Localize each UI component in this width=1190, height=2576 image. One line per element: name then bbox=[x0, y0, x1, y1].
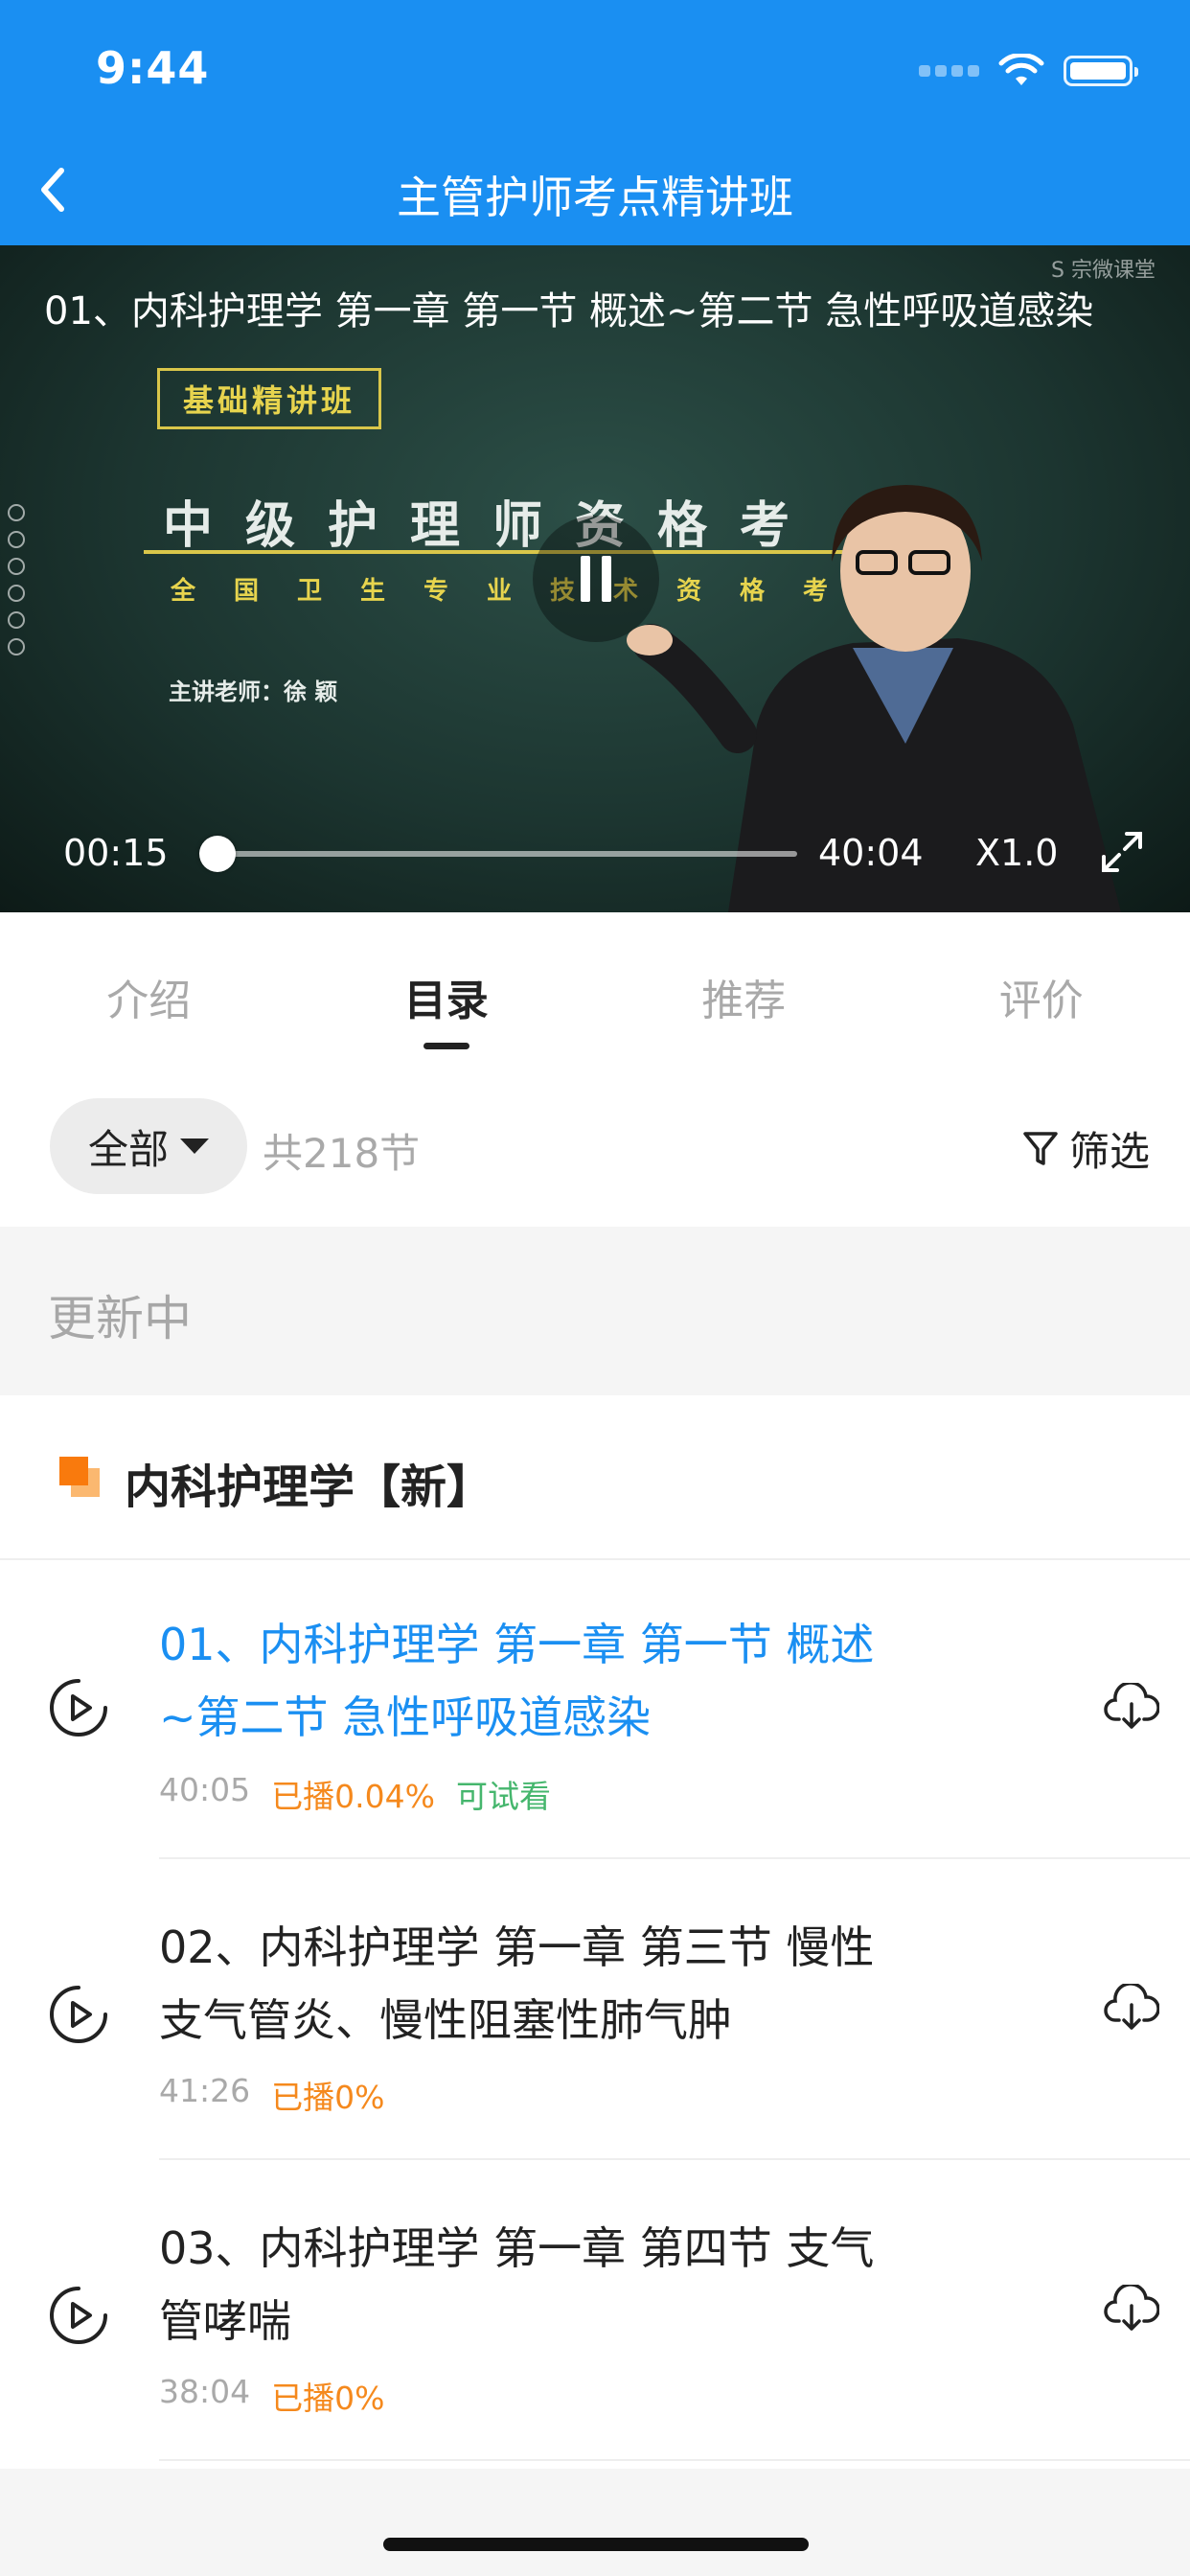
lesson-meta: 40:05 已播0.04% 可试看 bbox=[159, 1771, 551, 1817]
tab-recommend-label: 推荐 bbox=[701, 977, 787, 1025]
current-time: 00:15 bbox=[63, 832, 169, 874]
top-bar: 9:44 主管护师考点精讲班 bbox=[0, 0, 1190, 245]
status-icons bbox=[919, 54, 1138, 88]
lesson-title-line2: 管哮喘 bbox=[159, 2295, 291, 2347]
lesson-item[interactable]: 03、内科护理学 第一章 第四节 支气 管哮喘 38:04 已播0% bbox=[0, 2160, 1190, 2461]
side-toolbar bbox=[8, 504, 25, 656]
total-time: 40:04 bbox=[818, 832, 924, 874]
filter-button[interactable]: 筛选 bbox=[1021, 1119, 1150, 1178]
caret-down-icon bbox=[180, 1138, 209, 1154]
bottom-area bbox=[0, 2469, 1190, 2576]
status-time: 9:44 bbox=[96, 42, 210, 94]
lesson-title-line2: ~第二节 急性呼吸道感染 bbox=[159, 1691, 652, 1743]
tab-catalog[interactable]: 目录 bbox=[298, 912, 596, 1052]
lesson-title-line1: 02、内科护理学 第一章 第三节 慢性 bbox=[159, 1921, 875, 1973]
section-squares-icon bbox=[59, 1457, 102, 1499]
lesson-item[interactable]: 01、内科护理学 第一章 第一节 概述 ~第二节 急性呼吸道感染 40:05 已… bbox=[0, 1558, 1190, 1859]
section-title: 内科护理学【新】 bbox=[125, 1460, 493, 1514]
cloud-download-icon[interactable] bbox=[1104, 1683, 1159, 1731]
video-title: 01、内科护理学 第一章 第一节 概述~第二节 急性呼吸道感染 bbox=[44, 289, 1094, 334]
board-teacher: 主讲老师：徐 颖 bbox=[169, 678, 338, 705]
lesson-title: 02、内科护理学 第一章 第三节 慢性 支气管炎、慢性阻塞性肺气肿 bbox=[159, 1911, 983, 2057]
wifi-icon bbox=[998, 54, 1044, 85]
lesson-meta: 41:26 已播0% bbox=[159, 2072, 384, 2118]
lesson-title-line1: 01、内科护理学 第一章 第一节 概述 bbox=[159, 1619, 875, 1670]
divider bbox=[159, 2459, 1190, 2461]
tab-recommend[interactable]: 推荐 bbox=[595, 912, 893, 1052]
fullscreen-icon[interactable] bbox=[1098, 828, 1146, 876]
lesson-item[interactable]: 02、内科护理学 第一章 第三节 慢性 支气管炎、慢性阻塞性肺气肿 41:26 … bbox=[0, 1859, 1190, 2160]
lesson-trial-badge: 可试看 bbox=[455, 1778, 551, 1815]
lesson-meta: 38:04 已播0% bbox=[159, 2373, 384, 2419]
lesson-title-line1: 03、内科护理学 第一章 第四节 支气 bbox=[159, 2222, 875, 2274]
lesson-played: 已播0% bbox=[271, 2079, 385, 2116]
play-circle-icon bbox=[50, 1986, 107, 2043]
lesson-duration: 40:05 bbox=[159, 1771, 251, 1808]
watermark: S 宗微课堂 bbox=[1051, 259, 1156, 283]
lesson-count: 共218节 bbox=[263, 1130, 421, 1177]
cloud-download-icon[interactable] bbox=[1104, 1984, 1159, 2032]
tab-catalog-label: 目录 bbox=[403, 977, 489, 1025]
play-circle-icon bbox=[50, 2287, 107, 2344]
board-tag: 基础精讲班 bbox=[157, 368, 382, 429]
filter-row: 全部 共218节 筛选 bbox=[0, 1052, 1190, 1227]
play-circle-icon bbox=[50, 1679, 107, 1736]
updating-label: 更新中 bbox=[48, 1291, 192, 1346]
lesson-duration: 41:26 bbox=[159, 2072, 251, 2109]
progress-bar[interactable] bbox=[218, 851, 797, 857]
tab-bar: 介绍 目录 推荐 评价 bbox=[0, 912, 1190, 1052]
funnel-icon bbox=[1023, 1131, 1058, 1165]
lesson-played: 已播0.04% bbox=[271, 1778, 435, 1815]
pause-icon bbox=[581, 556, 590, 602]
tab-intro[interactable]: 介绍 bbox=[0, 912, 298, 1052]
progress-thumb[interactable] bbox=[199, 836, 236, 872]
lesson-title-line2: 支气管炎、慢性阻塞性肺气肿 bbox=[159, 1994, 732, 2046]
lesson-played: 已播0% bbox=[271, 2380, 385, 2417]
lesson-title: 01、内科护理学 第一章 第一节 概述 ~第二节 急性呼吸道感染 bbox=[159, 1608, 983, 1754]
pause-button[interactable] bbox=[533, 516, 659, 642]
cellular-signal-icon bbox=[919, 65, 979, 77]
tab-reviews[interactable]: 评价 bbox=[893, 912, 1190, 1052]
playback-speed-button[interactable]: X1.0 bbox=[975, 832, 1058, 874]
section-header: 内科护理学【新】 bbox=[0, 1395, 1190, 1560]
lesson-duration: 38:04 bbox=[159, 2373, 251, 2410]
page-title: 主管护师考点精讲班 bbox=[397, 172, 793, 223]
filter-label: 筛选 bbox=[1068, 1128, 1150, 1175]
all-dropdown[interactable]: 全部 bbox=[50, 1098, 247, 1194]
all-dropdown-label: 全部 bbox=[87, 1125, 169, 1173]
updating-banner: 更新中 bbox=[0, 1227, 1190, 1395]
tab-active-indicator bbox=[423, 1043, 469, 1049]
video-player[interactable]: 基础精讲班 中级护理师资格考 全国卫生专业技术资格考 主讲老师：徐 颖 01、内… bbox=[0, 245, 1190, 912]
tab-reviews-label: 评价 bbox=[998, 977, 1084, 1025]
lesson-title: 03、内科护理学 第一章 第四节 支气 管哮喘 bbox=[159, 2212, 983, 2358]
battery-icon bbox=[1064, 56, 1138, 86]
cloud-download-icon[interactable] bbox=[1104, 2285, 1159, 2333]
home-indicator[interactable] bbox=[383, 2538, 809, 2551]
tab-intro-label: 介绍 bbox=[106, 977, 192, 1025]
